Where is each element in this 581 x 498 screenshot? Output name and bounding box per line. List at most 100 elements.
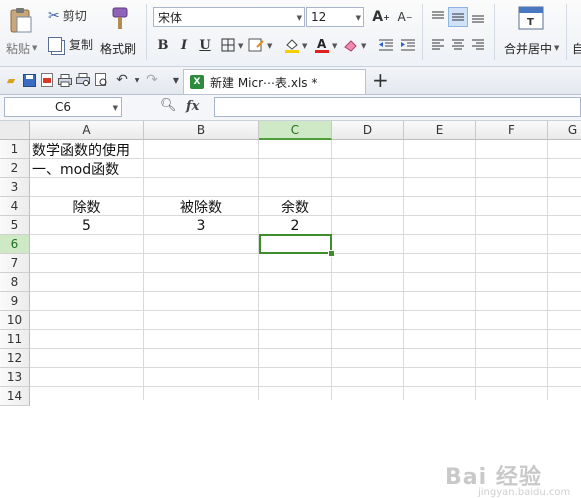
chevron-down-icon: ▼ (112, 104, 118, 112)
gridline (143, 140, 144, 400)
cell-a4[interactable]: 除数 (30, 197, 143, 216)
divider (146, 4, 147, 60)
paste-label: 粘贴 (6, 42, 31, 56)
row-header-12[interactable]: 12 (0, 349, 30, 368)
underline-button[interactable]: U (195, 35, 215, 55)
align-middle-button[interactable] (448, 7, 468, 27)
row-header-5[interactable]: 5 (0, 216, 30, 235)
customize-toolbar-icon[interactable]: ▼ (168, 72, 184, 88)
align-center-button[interactable] (448, 35, 468, 55)
column-header-a[interactable]: A (30, 121, 144, 140)
cell-b5[interactable]: 3 (144, 216, 258, 235)
clear-format-button[interactable] (341, 35, 361, 55)
font-size-select[interactable]: 12 ▼ (306, 7, 364, 27)
page-preview-icon[interactable] (93, 72, 109, 88)
row-header-2[interactable]: 2 (0, 159, 30, 178)
row-header-3[interactable]: 3 (0, 178, 30, 197)
column-header-c[interactable]: C (259, 121, 332, 140)
export-pdf-icon[interactable] (39, 72, 55, 88)
align-top-button[interactable] (428, 7, 448, 27)
fill-color-button[interactable] (282, 35, 302, 55)
gridline (331, 140, 332, 400)
font-color-icon: A (315, 37, 329, 53)
gridline (403, 140, 404, 400)
align-left-icon (432, 39, 444, 50)
row-header-13[interactable]: 13 (0, 368, 30, 387)
indent-increase-button[interactable] (398, 35, 418, 55)
auto-wrap-label[interactable]: 自 (572, 40, 581, 57)
borders-button[interactable] (218, 35, 238, 55)
tab-bar: ▰ ↶ ▼ ↷ ▼ X 新建 Micr⋯表.xls * + (0, 67, 581, 95)
bold-button[interactable]: B (153, 35, 173, 55)
font-name-select[interactable]: 宋体 ▼ (153, 7, 305, 27)
fx-button[interactable]: fx (186, 99, 199, 114)
cell-a2[interactable]: 一、mod函数 (32, 159, 119, 178)
align-bottom-icon (472, 15, 484, 23)
zoom-icon[interactable]: 🔍︎ (160, 98, 177, 113)
align-right-button[interactable] (468, 35, 488, 55)
row-header-8[interactable]: 8 (0, 273, 30, 292)
paste-button[interactable]: 粘贴 ▼ (4, 4, 38, 60)
decrease-font-button[interactable]: A − (395, 7, 415, 27)
formula-bar: C6 ▼ 🔍︎ fx (0, 95, 581, 121)
column-header-b[interactable]: B (144, 121, 259, 140)
gridline (30, 329, 581, 330)
column-header-d[interactable]: D (332, 121, 404, 140)
redo-icon[interactable]: ↷ (144, 72, 160, 88)
formula-input[interactable] (214, 97, 581, 117)
watermark-url: jingyan.baidu.com (478, 487, 571, 498)
active-cell-c6[interactable] (259, 234, 332, 254)
cell-a5[interactable]: 5 (30, 216, 143, 235)
format-painter-button[interactable]: 格式刷 (98, 4, 140, 60)
italic-button[interactable]: I (174, 35, 194, 55)
fill-color-icon (285, 39, 299, 53)
copy-button[interactable]: 复制 (48, 36, 93, 53)
name-box[interactable]: C6 ▼ (4, 97, 122, 117)
row-header-4[interactable]: 4 (0, 197, 30, 216)
font-color-button[interactable]: A (312, 35, 332, 55)
column-header-g[interactable]: G (548, 121, 581, 140)
row-header-1[interactable]: 1 (0, 140, 30, 159)
cell-b4[interactable]: 被除数 (144, 197, 258, 216)
chevron-down-icon: ▼ (267, 42, 273, 50)
font-size-value: 12 (311, 10, 327, 24)
svg-text:T: T (527, 17, 534, 28)
row-header-6[interactable]: 6 (0, 235, 30, 254)
align-top-icon (432, 11, 444, 19)
cell-a1[interactable]: 数学函数的使用 (32, 140, 130, 159)
new-tab-button[interactable]: + (372, 68, 389, 92)
divider (494, 4, 495, 60)
column-header-e[interactable]: E (404, 121, 476, 140)
row-header-7[interactable]: 7 (0, 254, 30, 273)
increase-font-button[interactable]: A + (371, 7, 391, 27)
document-tab-label: 新建 Micr⋯表.xls * (210, 75, 318, 90)
undo-icon[interactable]: ↶ (114, 72, 130, 88)
gridline (30, 367, 581, 368)
align-bottom-button[interactable] (468, 7, 488, 27)
cell-c5[interactable]: 2 (259, 216, 331, 235)
chevron-down-icon[interactable]: ▼ (129, 72, 145, 88)
column-header-f[interactable]: F (476, 121, 548, 140)
cut-button[interactable]: ✂ 剪切 (48, 7, 87, 24)
gridline (30, 272, 581, 273)
format-painter-label: 格式刷 (100, 42, 137, 56)
row-header-11[interactable]: 11 (0, 330, 30, 349)
cell-c4[interactable]: 余数 (259, 197, 331, 216)
row-header-9[interactable]: 9 (0, 292, 30, 311)
merge-center-button[interactable]: T 合并居中 ▼ (500, 4, 562, 60)
row-header-14[interactable]: 14 (0, 387, 30, 406)
select-all-corner[interactable] (0, 121, 30, 140)
save-icon[interactable] (21, 72, 37, 88)
cut-label: 剪切 (62, 9, 87, 23)
row-header-10[interactable]: 10 (0, 311, 30, 330)
open-folder-icon[interactable]: ▰ (3, 72, 19, 88)
tab-document[interactable]: X 新建 Micr⋯表.xls * (183, 69, 366, 94)
indent-decrease-button[interactable] (376, 35, 396, 55)
align-left-button[interactable] (428, 35, 448, 55)
print-icon[interactable] (57, 72, 73, 88)
print-preview-icon[interactable] (75, 72, 91, 88)
spreadsheet-grid[interactable]: A B C D E F G 1 2 3 4 5 6 7 8 9 10 11 12… (0, 121, 581, 498)
cell-style-button[interactable] (246, 35, 266, 55)
divider (422, 4, 423, 60)
fill-handle[interactable] (328, 250, 335, 257)
